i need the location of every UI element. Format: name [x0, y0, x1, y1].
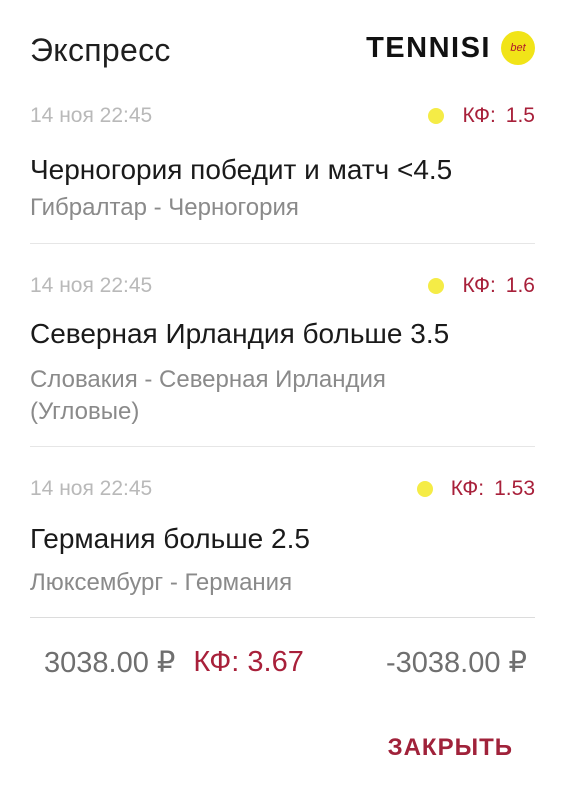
- odds-value: 1.53: [494, 477, 535, 500]
- totals-row: 3038.00 ₽ КФ: 3.67 -3038.00 ₽: [44, 640, 527, 684]
- dialog-title: Экспресс: [30, 32, 171, 68]
- bet-match: Люксембург - Германия: [30, 569, 293, 596]
- bet-selection: Черногория победит и матч <4.5: [30, 154, 453, 185]
- bet-item: 14 ноя 22:45 КФ: 1.5 Черногория победит …: [30, 100, 535, 240]
- payout-amount: -3038.00 ₽: [386, 646, 527, 679]
- bet-selection: Северная Ирландия больше 3.5: [30, 318, 450, 349]
- stake-amount: 3038.00 ₽: [44, 646, 176, 679]
- odds-label: КФ:: [462, 274, 496, 297]
- bet-meta: 14 ноя 22:45 КФ: 1.5: [30, 100, 535, 130]
- status-dot-icon: [416, 481, 433, 497]
- bet-date: 14 ноя 22:45: [30, 104, 153, 127]
- bet-item: 14 ноя 22:45 КФ: 1.6 Северная Ирландия б…: [30, 270, 535, 440]
- bet-meta: 14 ноя 22:45 КФ: 1.53: [30, 473, 535, 503]
- bet-match: Словакия - Северная Ирландия (Угловые): [30, 366, 386, 425]
- bet-date: 14 ноя 22:45: [30, 274, 153, 297]
- bet-date: 14 ноя 22:45: [30, 477, 153, 500]
- odds-label: КФ:: [450, 477, 485, 500]
- status-dot-icon: [428, 108, 445, 124]
- bet-odds: КФ: 1.53: [416, 477, 535, 501]
- brand-name: TENNISI: [366, 31, 491, 64]
- odds-value: 1.5: [505, 104, 535, 127]
- odds-label: КФ:: [462, 104, 496, 127]
- bet-item: 14 ноя 22:45 КФ: 1.53 Германия больше 2.…: [30, 473, 535, 613]
- bet-badge-icon: bet: [501, 31, 535, 65]
- bet-selection: Германия больше 2.5: [30, 523, 310, 554]
- express-bet-dialog: Экспресс TENNISI bet 14 ноя 22:45 КФ: 1.…: [0, 0, 571, 800]
- bet-odds: КФ: 1.6: [428, 274, 535, 298]
- divider: [30, 617, 535, 618]
- bet-odds: КФ: 1.5: [428, 104, 535, 128]
- odds-value: 1.6: [505, 274, 535, 297]
- status-dot-icon: [428, 278, 445, 294]
- close-button[interactable]: ЗАКРЫТЬ: [388, 728, 513, 768]
- bet-meta: 14 ноя 22:45 КФ: 1.6: [30, 270, 535, 300]
- divider: [30, 446, 535, 447]
- total-odds: КФ: 3.67: [193, 645, 304, 678]
- divider: [30, 243, 535, 244]
- bet-match: Гибралтар - Черногория: [30, 194, 299, 221]
- dialog-header: Экспресс TENNISI bet: [30, 26, 535, 76]
- brand-logo: TENNISI bet: [366, 26, 535, 70]
